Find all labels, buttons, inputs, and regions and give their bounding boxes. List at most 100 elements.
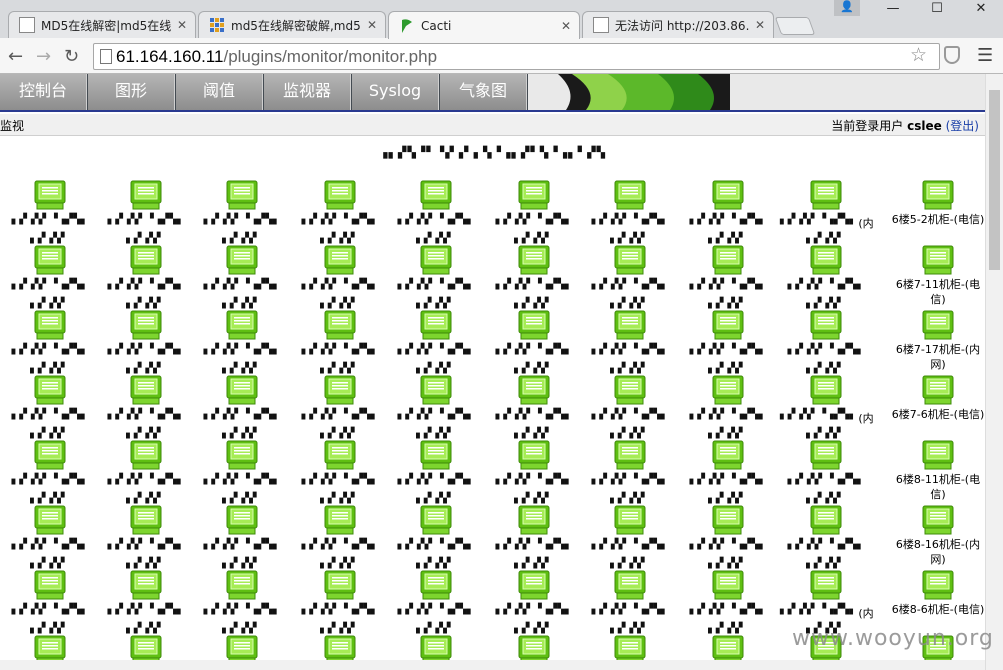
monitor-icon[interactable]	[614, 505, 646, 535]
monitor-icon[interactable]	[420, 505, 452, 535]
monitor-icon[interactable]	[34, 180, 66, 210]
monitor-icon[interactable]	[34, 245, 66, 275]
monitor-icon[interactable]	[518, 245, 550, 275]
monitor-host-item[interactable]: ▖▞▗▚▘▝▗▞▚▖▖▞▗▚▘▝▗▞▚▖	[680, 570, 776, 640]
back-arrow-icon[interactable]: ←	[8, 46, 23, 67]
monitor-icon[interactable]	[324, 245, 356, 275]
new-tab-button[interactable]	[774, 17, 816, 35]
monitor-icon[interactable]	[922, 440, 954, 470]
monitor-icon[interactable]	[226, 440, 258, 470]
monitor-icon[interactable]	[518, 505, 550, 535]
monitor-host-item[interactable]: ▖▞▗▚▘▝▗▞▚▖▖▞▗▚▘▝▗▞▚▖	[292, 440, 388, 510]
address-bar[interactable]: 61.164.160.11/plugins/monitor/monitor.ph…	[93, 43, 940, 70]
monitor-host-item[interactable]: ▖▞▗▚▘▝▗▞▚▖▖▞▗▚▘▝▗▞▚▖	[388, 375, 484, 445]
monitor-host-item[interactable]: ▖▞▗▚▘▝▗▞▚▖▖▞▗▚▘▝▗▞▚▖	[292, 180, 388, 250]
logout-link[interactable]: (登出)	[946, 119, 979, 133]
monitor-host-item[interactable]: ▖▞▗▚▘▝▗▞▚▖▖▞▗▚▘▝▗▞▚▖	[292, 310, 388, 380]
monitor-host-item[interactable]: ▖▞▗▚▘▝▗▞▚▖▖▞▗▚▘▝▗▞▚▖	[778, 245, 874, 315]
monitor-host-item[interactable]: ▖▞▗▚▘▝▗▞▚▖▖▞▗▚▘▝▗▞▚▖	[680, 180, 776, 250]
close-tab-icon[interactable]: ✕	[367, 18, 377, 32]
monitor-icon[interactable]	[810, 180, 842, 210]
monitor-host-item[interactable]: ▖▞▗▚▘▝▗▞▚▖▖▞▗▚▘▝▗▞▚▖	[486, 570, 582, 640]
monitor-host-item[interactable]: ▖▞▗▚▘▝▗▞▚▖▖▞▗▚▘▝▗▞▚▖	[388, 570, 484, 640]
monitor-icon[interactable]	[810, 245, 842, 275]
monitor-host-item[interactable]: ▖▞▗▚▘▝▗▞▚▖▖▞▗▚▘▝▗▞▚▖	[194, 375, 290, 445]
monitor-host-item[interactable]: 6楼7-11机柜-(电信)	[890, 245, 986, 307]
monitor-host-item[interactable]: ▖▞▗▚▘▝▗▞▚▖▖▞▗▚▘▝▗▞▚▖	[388, 245, 484, 315]
monitor-icon[interactable]	[226, 245, 258, 275]
monitor-icon[interactable]	[226, 375, 258, 405]
monitor-host-item[interactable]: ▖▞▗▚▘▝▗▞▚▖▖▞▗▚▘▝▗▞▚▖	[194, 310, 290, 380]
tab-graphs[interactable]: 图形	[88, 74, 175, 110]
monitor-icon[interactable]	[614, 245, 646, 275]
monitor-host-item[interactable]: ▖▞▗▚▘▝▗▞▚▖▖▞▗▚▘▝▗▞▚▖	[680, 375, 776, 445]
monitor-host-item[interactable]: ▖▞▗▚▘▝▗▞▚▖(内▖▞▗▚▘▝▗▞▚▖	[778, 375, 874, 445]
monitor-icon[interactable]	[130, 180, 162, 210]
shield-extension-icon[interactable]	[944, 46, 960, 64]
reload-icon[interactable]: ↻	[64, 46, 79, 67]
monitor-host-item[interactable]: ▖▞▗▚▘▝▗▞▚▖▖▞▗▚▘▝▗▞▚▖	[98, 375, 194, 445]
monitor-host-item[interactable]: ▖▞▗▚▘▝▗▞▚▖▖▞▗▚▘▝▗▞▚▖	[292, 505, 388, 575]
monitor-icon[interactable]	[324, 570, 356, 600]
monitor-host-item[interactable]: ▖▞▗▚▘▝▗▞▚▖▖▞▗▚▘▝▗▞▚▖	[680, 245, 776, 315]
monitor-host-item[interactable]: ▖▞▗▚▘▝▗▞▚▖▖▞▗▚▘▝▗▞▚▖	[778, 310, 874, 380]
monitor-icon[interactable]	[420, 375, 452, 405]
monitor-icon[interactable]	[130, 310, 162, 340]
monitor-host-item[interactable]: ▖▞▗▚▘▝▗▞▚▖▖▞▗▚▘▝▗▞▚▖	[2, 440, 98, 510]
monitor-icon[interactable]	[712, 570, 744, 600]
monitor-host-item[interactable]: ▖▞▗▚▘▝▗▞▚▖▖▞▗▚▘▝▗▞▚▖	[2, 180, 98, 250]
monitor-host-item[interactable]: ▖▞▗▚▘▝▗▞▚▖▖▞▗▚▘▝▗▞▚▖	[582, 245, 678, 315]
browser-tab-2[interactable]: md5在线解密破解,md5解 ✕	[198, 11, 386, 38]
monitor-host-item[interactable]: ▖▞▗▚▘▝▗▞▚▖▖▞▗▚▘▝▗▞▚▖	[388, 505, 484, 575]
monitor-icon[interactable]	[810, 375, 842, 405]
monitor-icon[interactable]	[712, 505, 744, 535]
monitor-host-item[interactable]: 6楼8-6机柜-(电信)	[890, 570, 986, 617]
monitor-icon[interactable]	[420, 440, 452, 470]
monitor-host-item[interactable]: ▖▞▗▚▘▝▗▞▚▖▖▞▗▚▘▝▗▞▚▖	[98, 440, 194, 510]
monitor-icon[interactable]	[712, 245, 744, 275]
monitor-icon[interactable]	[810, 570, 842, 600]
monitor-icon[interactable]	[810, 505, 842, 535]
monitor-host-item[interactable]: ▖▞▗▚▘▝▗▞▚▖▖▞▗▚▘▝▗▞▚▖	[2, 570, 98, 640]
monitor-icon[interactable]	[130, 375, 162, 405]
monitor-host-item[interactable]: ▖▞▗▚▘▝▗▞▚▖▖▞▗▚▘▝▗▞▚▖	[98, 505, 194, 575]
monitor-icon[interactable]	[130, 245, 162, 275]
monitor-icon[interactable]	[614, 310, 646, 340]
monitor-host-item[interactable]: ▖▞▗▚▘▝▗▞▚▖▖▞▗▚▘▝▗▞▚▖	[582, 180, 678, 250]
close-window-icon[interactable]: ✕	[959, 0, 1003, 18]
monitor-icon[interactable]	[922, 375, 954, 405]
monitor-host-item[interactable]: ▖▞▗▚▘▝▗▞▚▖▖▞▗▚▘▝▗▞▚▖	[486, 245, 582, 315]
monitor-icon[interactable]	[518, 180, 550, 210]
monitor-host-item[interactable]: ▖▞▗▚▘▝▗▞▚▖▖▞▗▚▘▝▗▞▚▖	[388, 180, 484, 250]
monitor-icon[interactable]	[922, 180, 954, 210]
monitor-host-item[interactable]: ▖▞▗▚▘▝▗▞▚▖▖▞▗▚▘▝▗▞▚▖	[2, 505, 98, 575]
monitor-icon[interactable]	[922, 310, 954, 340]
monitor-host-item[interactable]: 6楼7-17机柜-(内网)	[890, 310, 986, 372]
monitor-host-item[interactable]: 6楼5-2机柜-(电信)	[890, 180, 986, 227]
monitor-host-item[interactable]: ▖▞▗▚▘▝▗▞▚▖▖▞▗▚▘▝▗▞▚▖	[98, 310, 194, 380]
monitor-icon[interactable]	[130, 440, 162, 470]
monitor-host-item[interactable]: ▖▞▗▚▘▝▗▞▚▖▖▞▗▚▘▝▗▞▚▖	[194, 245, 290, 315]
monitor-icon[interactable]	[324, 310, 356, 340]
monitor-icon[interactable]	[922, 505, 954, 535]
monitor-host-item[interactable]: ▖▞▗▚▘▝▗▞▚▖▖▞▗▚▘▝▗▞▚▖	[486, 375, 582, 445]
monitor-icon[interactable]	[712, 310, 744, 340]
monitor-icon[interactable]	[518, 570, 550, 600]
monitor-host-item[interactable]: ▖▞▗▚▘▝▗▞▚▖▖▞▗▚▘▝▗▞▚▖	[292, 375, 388, 445]
monitor-host-item[interactable]: ▖▞▗▚▘▝▗▞▚▖▖▞▗▚▘▝▗▞▚▖	[680, 310, 776, 380]
monitor-icon[interactable]	[712, 375, 744, 405]
tab-weathermap[interactable]: 气象图	[440, 74, 527, 110]
monitor-host-item[interactable]: ▖▞▗▚▘▝▗▞▚▖▖▞▗▚▘▝▗▞▚▖	[194, 570, 290, 640]
monitor-host-item[interactable]: ▖▞▗▚▘▝▗▞▚▖▖▞▗▚▘▝▗▞▚▖	[582, 505, 678, 575]
forward-arrow-icon[interactable]: →	[36, 46, 51, 67]
monitor-host-item[interactable]: ▖▞▗▚▘▝▗▞▚▖▖▞▗▚▘▝▗▞▚▖	[2, 375, 98, 445]
close-tab-icon[interactable]: ✕	[177, 18, 187, 32]
monitor-host-item[interactable]: ▖▞▗▚▘▝▗▞▚▖▖▞▗▚▘▝▗▞▚▖	[486, 505, 582, 575]
monitor-icon[interactable]	[34, 505, 66, 535]
monitor-icon[interactable]	[324, 375, 356, 405]
monitor-host-item[interactable]: ▖▞▗▚▘▝▗▞▚▖▖▞▗▚▘▝▗▞▚▖	[2, 245, 98, 315]
monitor-host-item[interactable]: ▖▞▗▚▘▝▗▞▚▖▖▞▗▚▘▝▗▞▚▖	[778, 440, 874, 510]
minimize-icon[interactable]: —	[871, 0, 915, 18]
monitor-host-item[interactable]: ▖▞▗▚▘▝▗▞▚▖▖▞▗▚▘▝▗▞▚▖	[388, 310, 484, 380]
monitor-host-item[interactable]: ▖▞▗▚▘▝▗▞▚▖▖▞▗▚▘▝▗▞▚▖	[98, 245, 194, 315]
